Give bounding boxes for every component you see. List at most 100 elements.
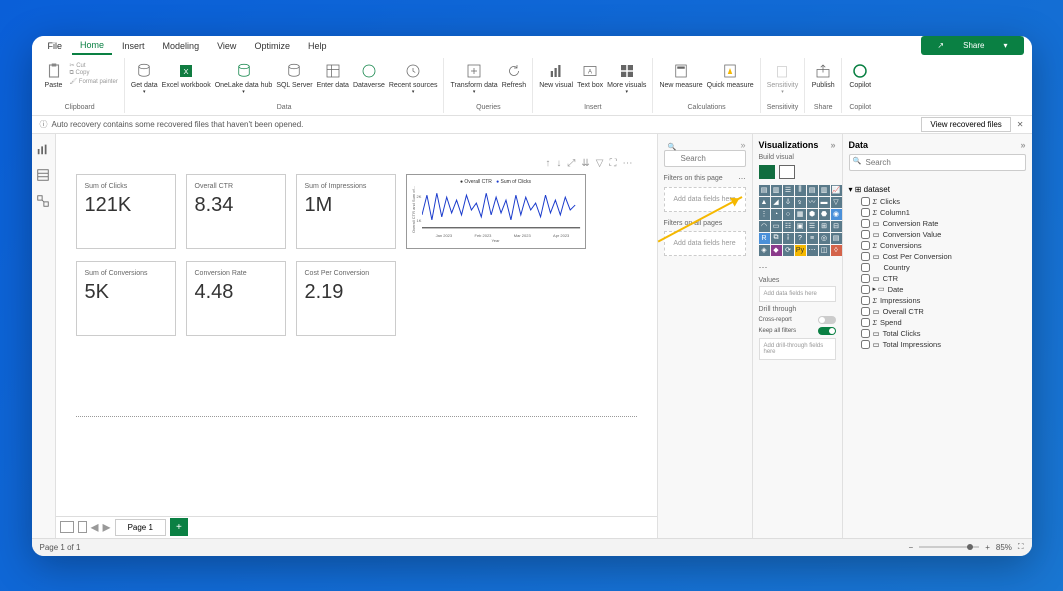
field-conversion-rate[interactable]: ▭ Conversion Rate bbox=[849, 218, 1026, 229]
filled-map-icon[interactable]: ⬣ bbox=[819, 209, 830, 220]
build-visual-tab[interactable] bbox=[759, 165, 775, 179]
field-total-clicks[interactable]: ▭ Total Clicks bbox=[849, 328, 1026, 339]
menu-modeling[interactable]: Modeling bbox=[155, 38, 208, 54]
menu-insert[interactable]: Insert bbox=[114, 38, 153, 54]
line-chart[interactable]: ● Overall CTR ● Sum of Clicks Overall CT… bbox=[406, 174, 586, 249]
add-page-button[interactable]: + bbox=[170, 518, 188, 536]
multi-card-icon[interactable]: ☷ bbox=[783, 221, 794, 232]
cut-button[interactable]: ✂ Cut bbox=[70, 62, 118, 69]
sql-button[interactable]: SQL Server bbox=[276, 62, 312, 89]
field-checkbox[interactable] bbox=[861, 208, 870, 217]
menu-file[interactable]: File bbox=[40, 38, 71, 54]
field-ctr[interactable]: ▭ CTR bbox=[849, 273, 1026, 284]
menu-view[interactable]: View bbox=[209, 38, 244, 54]
filter-search-input[interactable] bbox=[664, 150, 746, 167]
keep-filters-toggle[interactable] bbox=[818, 327, 836, 335]
power-automate-icon[interactable]: ⟳ bbox=[783, 245, 794, 256]
clustered-bar-icon[interactable]: ☰ bbox=[783, 185, 794, 196]
zoom-slider[interactable] bbox=[919, 546, 979, 548]
field-checkbox[interactable] bbox=[861, 230, 870, 239]
field-checkbox[interactable] bbox=[861, 285, 870, 294]
card-impressions[interactable]: Sum of Impressions1M bbox=[296, 174, 396, 249]
field-conversions[interactable]: Σ Conversions bbox=[849, 240, 1026, 251]
stacked-column-icon[interactable]: ▥ bbox=[771, 185, 782, 196]
excel-button[interactable]: XExcel workbook bbox=[162, 62, 211, 89]
donut-icon[interactable]: ○ bbox=[783, 209, 794, 220]
field-impressions[interactable]: Σ Impressions bbox=[849, 295, 1026, 306]
scatter-icon[interactable]: ⋮ bbox=[759, 209, 770, 220]
arcgis-icon[interactable]: ◈ bbox=[759, 245, 770, 256]
area-chart-icon[interactable]: ▲ bbox=[759, 197, 770, 208]
stacked-area-icon[interactable]: ◢ bbox=[771, 197, 782, 208]
kpi-icon[interactable]: ▣ bbox=[795, 221, 806, 232]
collapse-viz-icon[interactable]: » bbox=[830, 140, 835, 150]
cross-report-toggle[interactable] bbox=[818, 316, 836, 324]
card-clicks[interactable]: Sum of Clicks121K bbox=[76, 174, 176, 249]
field-total-impressions[interactable]: ▭ Total Impressions bbox=[849, 339, 1026, 350]
drill-up-icon[interactable]: ↑ bbox=[545, 158, 550, 169]
report-view-icon[interactable] bbox=[36, 142, 50, 156]
mobile-view-icon[interactable] bbox=[78, 521, 87, 533]
new-visual-button[interactable]: New visual bbox=[539, 62, 573, 89]
line-stacked-icon[interactable]: ⍙ bbox=[783, 197, 794, 208]
decomposition-icon[interactable]: ⫱ bbox=[783, 233, 794, 244]
treemap-icon[interactable]: ▦ bbox=[795, 209, 806, 220]
gauge-icon[interactable]: ◠ bbox=[759, 221, 770, 232]
field-spend[interactable]: Σ Spend bbox=[849, 317, 1026, 328]
model-view-icon[interactable] bbox=[36, 194, 50, 208]
new-measure-button[interactable]: New measure bbox=[659, 62, 702, 89]
key-influencers-icon[interactable]: ⧉ bbox=[771, 233, 782, 244]
get-data-button[interactable]: Get data▾ bbox=[131, 62, 158, 95]
collapse-data-icon[interactable]: » bbox=[1020, 140, 1025, 150]
more-viz-icon[interactable]: ⋯ bbox=[759, 262, 836, 273]
field-checkbox[interactable] bbox=[861, 318, 870, 327]
more-visuals-button[interactable]: More visuals▾ bbox=[607, 62, 646, 95]
drill-down-icon[interactable]: ↓ bbox=[556, 158, 561, 169]
fit-page-icon[interactable]: ⛶ bbox=[1018, 542, 1024, 552]
power-apps-icon[interactable]: ◆ bbox=[771, 245, 782, 256]
100-column-icon[interactable]: ▥ bbox=[819, 185, 830, 196]
narrative-icon[interactable]: ≡ bbox=[807, 233, 818, 244]
field-checkbox[interactable] bbox=[861, 241, 870, 250]
field-checkbox[interactable] bbox=[861, 307, 870, 316]
view-recovered-button[interactable]: View recovered files bbox=[921, 117, 1010, 132]
page-tab-1[interactable]: Page 1 bbox=[115, 519, 166, 536]
menu-help[interactable]: Help bbox=[300, 38, 335, 54]
field-country[interactable]: Country bbox=[849, 262, 1026, 273]
filter-page-drop[interactable]: Add data fields here bbox=[664, 187, 746, 212]
format-painter-button[interactable]: 🖌 Format painter bbox=[70, 78, 118, 85]
field-cost-per-conversion[interactable]: ▭ Cost Per Conversion bbox=[849, 251, 1026, 262]
focus-icon[interactable]: ⛶ bbox=[610, 158, 617, 169]
waterfall-icon[interactable]: ▬ bbox=[819, 197, 830, 208]
pie-icon[interactable]: ◔ bbox=[771, 209, 782, 220]
menu-optimize[interactable]: Optimize bbox=[246, 38, 298, 54]
canvas[interactable]: ↑ ↓ ⤢ ⇊ ▽ ⛶ ⋯ Sum of Clicks121K Overall … bbox=[56, 134, 657, 538]
py-visual-icon[interactable]: Py bbox=[795, 245, 806, 256]
format-visual-tab[interactable] bbox=[779, 165, 795, 179]
dataverse-button[interactable]: Dataverse bbox=[353, 62, 385, 89]
card-icon[interactable]: ▭ bbox=[771, 221, 782, 232]
enter-data-button[interactable]: Enter data bbox=[317, 62, 349, 89]
slicer-icon[interactable]: ☰ bbox=[807, 221, 818, 232]
map-icon[interactable]: ⬢ bbox=[807, 209, 818, 220]
table-view-icon[interactable] bbox=[36, 168, 50, 182]
stacked-bar-icon[interactable]: ▤ bbox=[759, 185, 770, 196]
goals-icon[interactable]: ◎ bbox=[819, 233, 830, 244]
line-clustered-icon[interactable]: ⍚ bbox=[795, 197, 806, 208]
card-conversion-rate[interactable]: Conversion Rate4.48 bbox=[186, 261, 286, 336]
prev-page-icon[interactable]: ◂ bbox=[91, 517, 99, 537]
filter-icon[interactable]: ▽ bbox=[596, 158, 604, 169]
quick-measure-button[interactable]: Quick measure bbox=[707, 62, 754, 89]
line-chart-icon[interactable]: 📈 bbox=[831, 185, 842, 196]
sensitivity-button[interactable]: Sensitivity▾ bbox=[767, 62, 799, 95]
qa-icon[interactable]: ? bbox=[795, 233, 806, 244]
publish-button[interactable]: Publish bbox=[811, 62, 835, 89]
100-bar-icon[interactable]: ▤ bbox=[807, 185, 818, 196]
copilot-button[interactable]: Copilot bbox=[848, 62, 872, 89]
field-checkbox[interactable] bbox=[861, 340, 870, 349]
field-checkbox[interactable] bbox=[861, 274, 870, 283]
azure-map-icon[interactable]: ◉ bbox=[831, 209, 842, 220]
card-cost-per-conversion[interactable]: Cost Per Conversion2.19 bbox=[296, 261, 396, 336]
table-icon[interactable]: ⊞ bbox=[819, 221, 830, 232]
transform-button[interactable]: Transform data▾ bbox=[450, 62, 497, 95]
